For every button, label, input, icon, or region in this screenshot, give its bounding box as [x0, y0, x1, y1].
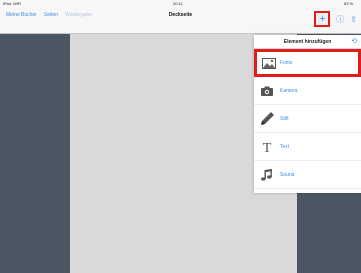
menu-item-label: Stift: [280, 115, 289, 122]
pen-icon: [254, 112, 280, 125]
menu-item-label: Fotos: [280, 60, 293, 66]
text-icon: T: [254, 141, 280, 153]
popover-title: Element hinzufügen: [283, 39, 332, 45]
menu-item-photos[interactable]: Fotos: [254, 49, 361, 77]
battery-level: 83 %: [344, 1, 354, 6]
plus-icon: +: [319, 13, 326, 25]
nav-right-group: + ⓘ ⇪: [314, 11, 357, 27]
menu-item-label: Sound: [280, 171, 295, 178]
wifi-icon: WiFi: [13, 1, 21, 6]
add-element-button[interactable]: +: [314, 11, 331, 27]
svg-text:T: T: [263, 141, 272, 153]
music-note-icon: [254, 168, 280, 181]
share-icon[interactable]: ⇪: [350, 15, 357, 24]
menu-item-label: Kamera: [280, 87, 298, 94]
menu-item-sound[interactable]: Sound: [254, 161, 361, 189]
status-bar: iPad WiFi 20:11 83 %: [0, 0, 361, 8]
add-element-popover: Element hinzufügen ⟲ Fotos Kamera Stift …: [254, 35, 361, 193]
menu-item-pen[interactable]: Stift: [254, 105, 361, 133]
refresh-icon[interactable]: ⟲: [351, 37, 357, 45]
menu-item-text[interactable]: T Text: [254, 133, 361, 161]
photo-icon: [257, 57, 280, 69]
menu-item-camera[interactable]: Kamera: [254, 77, 361, 105]
clock: 20:11: [173, 1, 183, 6]
info-icon[interactable]: ⓘ: [336, 14, 344, 25]
menu-item-label: Text: [280, 143, 290, 150]
navigation-bar: Meine Bücher Seiten Wiedergabe Deckseite…: [0, 8, 361, 34]
camera-icon: [254, 86, 280, 96]
device-label: iPad: [3, 1, 12, 6]
popover-header: Element hinzufügen ⟲: [254, 35, 361, 49]
page-title: Deckseite: [168, 12, 193, 18]
